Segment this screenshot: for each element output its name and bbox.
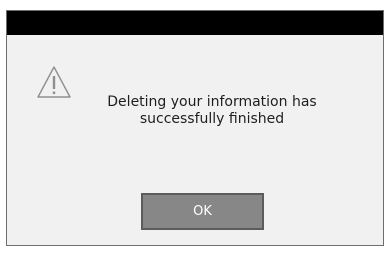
message-line-2: successfully finished: [139, 111, 285, 127]
ok-button[interactable]: OK: [141, 193, 264, 230]
warning-triangle-icon: [37, 66, 71, 98]
dialog-message: Deleting your information has successful…: [97, 94, 327, 128]
dialog-title-bar[interactable]: [7, 11, 383, 35]
message-line-1: Deleting your information has: [107, 94, 317, 110]
message-dialog: Deleting your information has successful…: [6, 10, 384, 246]
